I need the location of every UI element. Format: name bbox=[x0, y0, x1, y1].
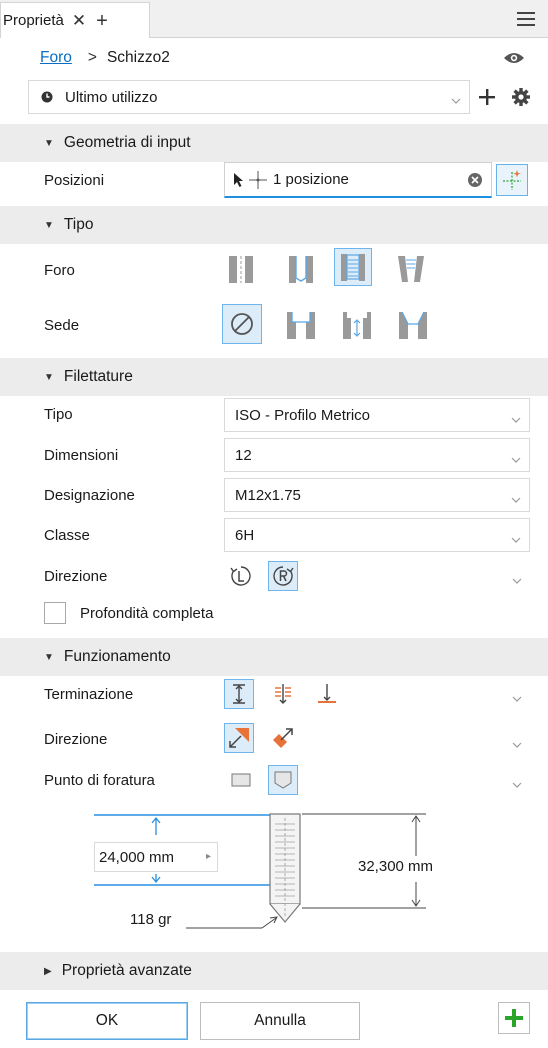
depth-input[interactable]: 24,000 mm ▸ bbox=[94, 842, 218, 872]
through-all-icon[interactable] bbox=[268, 679, 298, 709]
ok-button[interactable]: OK bbox=[26, 1002, 188, 1040]
simple-hole-icon[interactable] bbox=[222, 250, 260, 288]
class-select[interactable]: 6H bbox=[224, 518, 530, 552]
section-title: Tipo bbox=[63, 216, 94, 233]
chevron-down-icon[interactable] bbox=[512, 736, 522, 753]
tapped-hole-icon[interactable] bbox=[334, 248, 372, 286]
spotface-icon[interactable] bbox=[338, 306, 376, 344]
flat-drill-point-icon[interactable] bbox=[226, 765, 256, 795]
taper-tapped-hole-icon[interactable] bbox=[392, 250, 430, 288]
add-tab-icon[interactable]: + bbox=[96, 11, 108, 31]
breadcrumb-separator: > bbox=[87, 49, 97, 66]
distance-termination-icon[interactable] bbox=[224, 679, 254, 709]
clock-icon bbox=[41, 91, 53, 103]
full-depth-label[interactable]: Profondità completa bbox=[80, 602, 213, 624]
designation-value: M12x1.75 bbox=[235, 486, 301, 504]
positions-field[interactable]: 1 posizione bbox=[224, 162, 492, 198]
section-title: Filettature bbox=[63, 368, 133, 385]
direction-default-icon[interactable] bbox=[224, 723, 254, 753]
designation-select[interactable]: M12x1.75 bbox=[224, 478, 530, 512]
chevron-down-icon bbox=[511, 451, 521, 468]
size-select[interactable]: 12 bbox=[224, 438, 530, 472]
full-depth-checkbox[interactable] bbox=[44, 602, 66, 624]
add-preset-icon[interactable] bbox=[474, 84, 500, 110]
clearance-hole-icon[interactable] bbox=[282, 250, 320, 288]
chevron-down-icon[interactable] bbox=[512, 776, 522, 793]
direction-flip-icon[interactable] bbox=[268, 723, 298, 753]
positions-label: Posizioni bbox=[44, 171, 105, 189]
caret-right-icon[interactable]: ▸ bbox=[206, 851, 211, 862]
section-threads[interactable]: ▼ Filettature bbox=[0, 358, 548, 396]
chevron-down-icon[interactable] bbox=[512, 572, 522, 589]
size-value: 12 bbox=[235, 446, 252, 464]
termination-label: Terminazione bbox=[44, 685, 134, 703]
thread-direction-label: Direzione bbox=[44, 567, 108, 585]
breadcrumb: Foro > Schizzo2 bbox=[40, 46, 170, 70]
cancel-button[interactable]: Annulla bbox=[200, 1002, 360, 1040]
positions-value: 1 posizione bbox=[273, 171, 349, 188]
breadcrumb-current: Schizzo2 bbox=[106, 49, 170, 66]
cursor-icon bbox=[233, 172, 245, 188]
collapse-triangle-icon: ▼ bbox=[44, 219, 54, 231]
section-title: Geometria di input bbox=[63, 134, 191, 151]
thread-type-select[interactable]: ISO - Profilo Metrico bbox=[224, 398, 530, 432]
preset-dropdown[interactable]: Ultimo utilizzo bbox=[28, 80, 470, 114]
angle-drill-point-icon[interactable] bbox=[268, 765, 298, 795]
thread-type-label: Tipo bbox=[44, 405, 73, 423]
breadcrumb-link-foro[interactable]: Foro bbox=[40, 49, 72, 67]
close-icon[interactable]: ✕ bbox=[72, 11, 86, 31]
tab-bar: Proprietà ✕ + bbox=[0, 0, 548, 38]
behavior-direction-label: Direzione bbox=[44, 730, 108, 748]
class-value: 6H bbox=[235, 526, 255, 544]
section-title: Funzionamento bbox=[63, 648, 171, 665]
apply-plus-icon[interactable] bbox=[498, 1002, 530, 1034]
designation-label: Designazione bbox=[44, 486, 135, 504]
clear-icon[interactable] bbox=[467, 172, 483, 192]
chevron-down-icon[interactable] bbox=[512, 690, 522, 707]
section-type[interactable]: ▼ Tipo bbox=[0, 206, 548, 244]
depth-value: 24,000 mm bbox=[99, 848, 175, 866]
collapse-triangle-icon: ▼ bbox=[44, 651, 54, 663]
crosshair-icon bbox=[249, 170, 267, 189]
chevron-down-icon bbox=[511, 491, 521, 508]
eye-icon[interactable] bbox=[500, 48, 528, 68]
menu-icon[interactable] bbox=[514, 8, 538, 30]
thread-depth-value[interactable]: 32,300 mm bbox=[358, 858, 433, 875]
expand-triangle-icon: ▶ bbox=[44, 965, 52, 977]
chevron-down-icon bbox=[451, 92, 461, 109]
tab-label: Proprietà bbox=[3, 12, 64, 29]
preset-value: Ultimo utilizzo bbox=[65, 88, 158, 106]
gear-icon[interactable] bbox=[508, 84, 534, 110]
size-label: Dimensioni bbox=[44, 446, 119, 464]
section-advanced[interactable]: ▶ Proprietà avanzate bbox=[0, 952, 548, 990]
counterbore-icon[interactable] bbox=[282, 306, 320, 344]
right-hand-thread-icon[interactable] bbox=[268, 561, 298, 591]
section-input-geometry[interactable]: ▼ Geometria di input bbox=[0, 124, 548, 162]
chevron-down-icon bbox=[511, 411, 521, 428]
tab-properties[interactable]: Proprietà ✕ + bbox=[0, 2, 150, 38]
no-seat-icon[interactable] bbox=[222, 304, 262, 344]
class-label: Classe bbox=[44, 526, 90, 544]
chevron-down-icon bbox=[511, 531, 521, 548]
collapse-triangle-icon: ▼ bbox=[44, 137, 54, 149]
seat-label: Sede bbox=[44, 316, 80, 334]
drill-point-label: Punto di foratura bbox=[44, 771, 155, 789]
collapse-triangle-icon: ▼ bbox=[44, 371, 54, 383]
section-title: Proprietà avanzate bbox=[61, 962, 192, 979]
hole-type-label: Foro bbox=[44, 261, 75, 279]
countersink-icon[interactable] bbox=[394, 306, 432, 344]
to-face-icon[interactable] bbox=[312, 679, 342, 709]
left-hand-thread-icon[interactable] bbox=[226, 561, 256, 591]
drill-angle-value[interactable]: 118 gr bbox=[130, 911, 171, 928]
thread-type-value: ISO - Profilo Metrico bbox=[235, 406, 371, 424]
section-behavior[interactable]: ▼ Funzionamento bbox=[0, 638, 548, 676]
add-position-icon[interactable] bbox=[496, 164, 528, 196]
